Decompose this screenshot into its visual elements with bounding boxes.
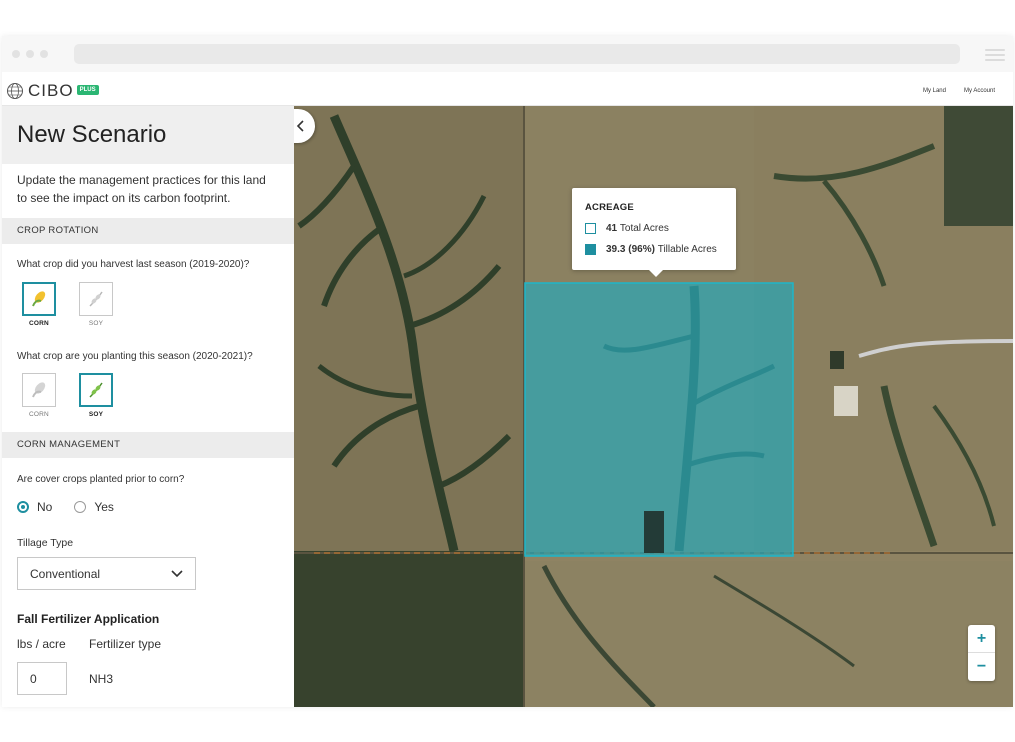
- nav-my-land[interactable]: My Land: [923, 88, 946, 94]
- total-acres-label: Total Acres: [619, 223, 669, 234]
- corn-icon: [32, 382, 46, 398]
- corn-icon: [32, 291, 46, 307]
- radio-yes-label: Yes: [94, 500, 114, 514]
- tillage-value: Conventional: [30, 566, 101, 581]
- tillage-select[interactable]: Conventional: [17, 557, 196, 590]
- radio-no-label: No: [37, 500, 53, 514]
- crop-label: CORN: [29, 320, 49, 327]
- last-season-question: What crop did you harvest last season (2…: [17, 259, 250, 270]
- last-season-corn-option[interactable]: CORN: [20, 282, 58, 327]
- cibo-logo[interactable]: CIBO PLUS: [6, 82, 99, 100]
- tillable-acres-swatch: [585, 244, 596, 255]
- zoom-in-button[interactable]: +: [968, 625, 995, 653]
- cover-crop-radio-group: No Yes: [2, 498, 294, 516]
- sidebar-header: New Scenario: [2, 106, 294, 164]
- top-nav: My Land My Account: [923, 88, 995, 94]
- last-season-soy-option[interactable]: SOY: [77, 282, 115, 327]
- corn-toggle[interactable]: [22, 282, 56, 316]
- address-bar[interactable]: [74, 44, 960, 64]
- fertilizer-heading: Fall Fertilizer Application: [17, 612, 160, 626]
- zoom-out-button[interactable]: −: [968, 653, 995, 681]
- menu-icon[interactable]: [985, 49, 1005, 61]
- window-dot[interactable]: [26, 50, 34, 58]
- lbs-per-acre-input[interactable]: [17, 662, 67, 695]
- chevron-down-icon: [171, 569, 183, 577]
- brand-name: CIBO: [28, 81, 74, 100]
- scenario-sidebar: New Scenario Update the management pract…: [2, 106, 295, 707]
- fertilizer-type-value: NH3: [89, 671, 114, 686]
- acreage-tooltip: ACREAGE 41 Total Acres 39.3 (96%) Tillab…: [572, 188, 736, 277]
- tooltip-title: ACREAGE: [585, 202, 634, 213]
- browser-window: CIBO PLUS My Land My Account New Scenari…: [2, 36, 1013, 707]
- crop-label: SOY: [88, 320, 104, 327]
- this-season-soy-option[interactable]: SOY: [77, 373, 115, 418]
- tillable-acres-label: Tillable Acres: [657, 244, 717, 255]
- corn-management-heading: CORN MANAGEMENT: [2, 432, 294, 458]
- crop-label: CORN: [29, 411, 49, 418]
- page-title: New Scenario: [17, 121, 167, 148]
- lbs-label: lbs / acre: [17, 637, 66, 651]
- fertilizer-type-label: Fertilizer type: [89, 637, 162, 651]
- app-header: CIBO PLUS My Land My Account: [2, 72, 1013, 106]
- total-acres-value: 41: [606, 223, 618, 234]
- this-season-question: What crop are you planting this season (…: [17, 351, 253, 362]
- tillable-acres-row: 39.3 (96%) Tillable Acres: [585, 244, 717, 255]
- satellite-map[interactable]: ACREAGE 41 Total Acres 39.3 (96%) Tillab…: [294, 106, 1013, 707]
- crop-label: SOY: [88, 411, 104, 418]
- this-season-corn-option[interactable]: CORN: [20, 373, 58, 418]
- intro-text: Update the management practices for this…: [17, 173, 266, 205]
- chevron-left-icon: [296, 120, 304, 132]
- globe-icon: [7, 83, 23, 99]
- total-acres-row: 41 Total Acres: [585, 223, 669, 234]
- this-season-crop-options: CORN SOY: [2, 373, 294, 418]
- crop-rotation-heading: CROP ROTATION: [2, 218, 294, 244]
- fertilizer-labels: lbs / acre Fertilizer type: [2, 637, 294, 653]
- radio-no[interactable]: [17, 501, 29, 513]
- tillable-acres-value: 39.3 (96%): [606, 244, 655, 255]
- window-dot[interactable]: [40, 50, 48, 58]
- fertilizer-fields: NH3: [2, 662, 294, 695]
- last-season-crop-options: CORN SOY: [2, 282, 294, 327]
- plus-badge: PLUS: [76, 85, 99, 95]
- corn-toggle[interactable]: [22, 373, 56, 407]
- soy-icon: [89, 291, 103, 307]
- tillage-label: Tillage Type: [17, 537, 74, 549]
- soy-icon: [89, 382, 103, 398]
- zoom-controls: + −: [968, 625, 995, 681]
- nav-my-account[interactable]: My Account: [964, 88, 995, 94]
- total-acres-swatch: [585, 223, 596, 234]
- browser-chrome: [2, 36, 1013, 73]
- cover-crop-question: Are cover crops planted prior to corn?: [17, 474, 185, 485]
- soy-toggle[interactable]: [79, 373, 113, 407]
- radio-yes[interactable]: [74, 501, 87, 513]
- window-dot[interactable]: [12, 50, 20, 58]
- soy-toggle[interactable]: [79, 282, 113, 316]
